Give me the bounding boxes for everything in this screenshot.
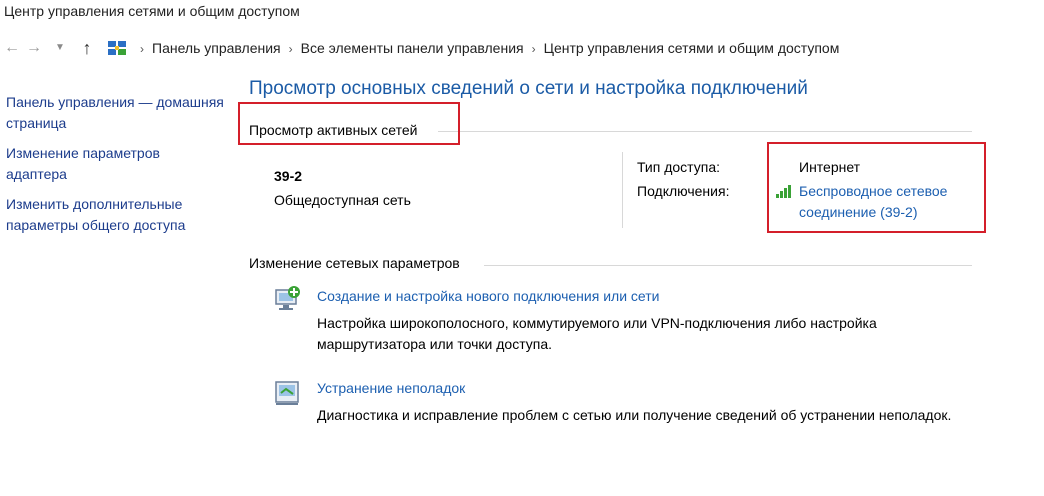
breadcrumb: › Панель управления › Все элементы панели у… xyxy=(132,34,839,62)
access-type-label: Тип доступа: xyxy=(637,159,721,175)
up-arrow-icon[interactable]: ↑ xyxy=(77,38,97,58)
breadcrumb-separator: › xyxy=(140,42,144,56)
breadcrumb-separator: › xyxy=(531,42,536,56)
troubleshoot-icon xyxy=(273,378,303,408)
breadcrumb-separator: › xyxy=(288,42,293,56)
section-divider xyxy=(438,131,972,132)
change-settings-heading: Изменение сетевых параметров xyxy=(249,255,460,271)
main-content: Просмотр основных сведений о сети и наст… xyxy=(249,76,979,102)
connections-label: Подключения: xyxy=(637,183,730,199)
new-connection-icon xyxy=(273,284,303,314)
troubleshoot-link[interactable]: Устранение неполадок xyxy=(317,380,465,396)
highlight-box xyxy=(238,102,460,145)
vertical-divider xyxy=(622,152,623,228)
highlight-box xyxy=(767,142,986,233)
troubleshoot-description: Диагностика и исправление проблем с сеть… xyxy=(317,407,952,423)
setup-new-connection-link[interactable]: Создание и настройка нового подключения … xyxy=(317,288,659,304)
breadcrumb-item[interactable]: Центр управления сетями и общим доступом xyxy=(544,40,840,56)
setup-new-connection-description: Настройка широкополосного, коммутируемог… xyxy=(317,315,877,352)
sidebar-item-control-panel-home[interactable]: Панель управления — домашняя страница xyxy=(6,92,226,134)
section-divider xyxy=(484,265,972,266)
address-bar: ← → ▼ ↑ › Панель управления › Все элементы … xyxy=(0,34,1044,62)
control-panel-icon xyxy=(107,38,127,58)
network-name: 39-2 xyxy=(274,168,303,184)
sidebar: Панель управления — домашняя страница Из… xyxy=(6,92,226,245)
breadcrumb-item[interactable]: Все элементы панели управления xyxy=(301,40,524,56)
forward-arrow-icon[interactable]: → xyxy=(24,38,44,58)
recent-locations-chevron-icon[interactable]: ▼ xyxy=(50,38,70,58)
sidebar-item-change-adapter-settings[interactable]: Изменение параметров адаптера xyxy=(6,143,186,185)
sidebar-item-advanced-sharing-settings[interactable]: Изменить дополнительные параметры общего… xyxy=(6,194,216,236)
page-title: Просмотр основных сведений о сети и наст… xyxy=(249,78,808,99)
window-title: Центр управления сетями и общим доступом xyxy=(4,3,300,19)
breadcrumb-item[interactable]: Панель управления xyxy=(152,40,281,56)
network-type[interactable]: Общедоступная сеть xyxy=(274,192,411,208)
back-arrow-icon[interactable]: ← xyxy=(2,38,22,58)
